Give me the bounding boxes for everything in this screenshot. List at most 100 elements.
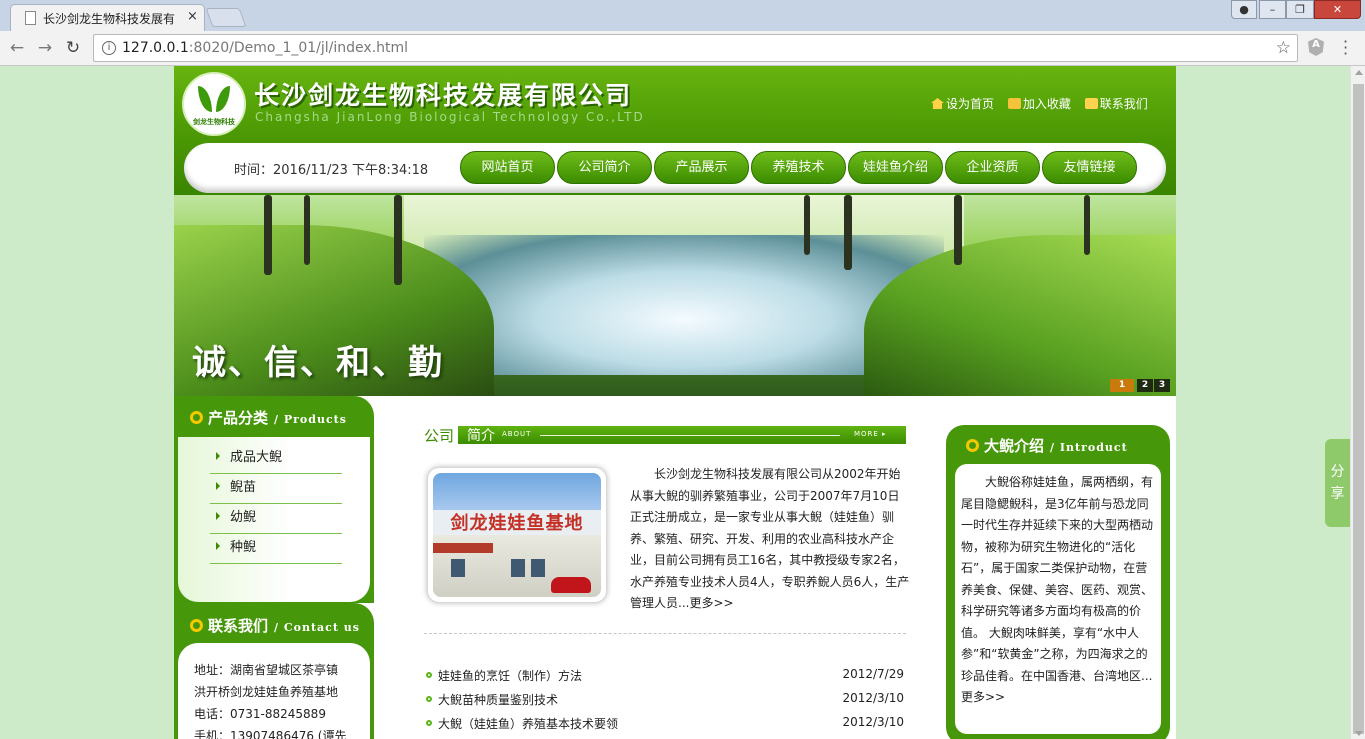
circle-bullet-icon	[190, 411, 203, 424]
circle-bullet-icon	[426, 720, 432, 726]
contact-mobile: 手机：13907486476 (谭先	[194, 729, 347, 739]
category-item[interactable]: 幼鲵	[210, 504, 342, 534]
company-intro-text: 长沙剑龙生物科技发展有限公司从2002年开始从事大鲵的驯养繁殖事业，公司于200…	[630, 467, 910, 610]
about-title-part-a: 公司	[424, 427, 455, 445]
share-label-2: 享	[1330, 486, 1345, 502]
news-date: 2012/3/10	[842, 715, 904, 729]
set-homepage-link[interactable]: 设为首页	[931, 97, 994, 111]
triangle-bullet-icon	[216, 482, 220, 490]
forward-button[interactable]: →	[34, 37, 56, 59]
building-awning	[433, 543, 493, 553]
contact-title-en: / Contact us	[274, 621, 360, 634]
product-category-title-cn: 产品分类	[208, 409, 269, 427]
add-favorite-link[interactable]: 加入收藏	[1007, 97, 1071, 111]
news-title[interactable]: 娃娃鱼的烹饪（制作）方法	[438, 667, 582, 684]
back-button[interactable]: ←	[6, 37, 28, 59]
product-category-box: 产品分类 / Products 成品大鲵 鲵苗 幼鲵 种鲵	[174, 396, 374, 603]
share-label-1: 分	[1330, 464, 1345, 480]
bookmark-star-icon[interactable]: ☆	[1276, 38, 1291, 58]
category-item[interactable]: 鲵苗	[210, 474, 342, 504]
contact-us-label: 联系我们	[1099, 97, 1148, 111]
url-text[interactable]: 127.0.0.1:8020/Demo_1_01/jl/index.html	[122, 40, 408, 56]
category-item[interactable]: 种鲵	[210, 534, 342, 564]
logo-leaf-right	[216, 86, 230, 112]
scrollbar-thumb[interactable]	[1353, 84, 1364, 734]
close-icon: ✕	[1332, 3, 1343, 16]
site-info-icon[interactable]: i	[102, 41, 116, 55]
contact-title: 联系我们 / Contact us	[190, 615, 360, 636]
reload-icon: ↻	[65, 38, 81, 58]
nav-breeding[interactable]: 养殖技术	[751, 151, 846, 184]
salamander-intro-box: 大鲵介绍 / Introduct 大鲵俗称娃娃鱼，属两栖纲，有尾目隐鳃鲵科，是3亿…	[946, 425, 1170, 739]
tree-trunk	[804, 195, 810, 255]
add-favorite-label: 加入收藏	[1022, 97, 1071, 111]
salamander-intro-title-cn: 大鲵介绍	[984, 437, 1045, 455]
address-bar[interactable]: i 127.0.0.1:8020/Demo_1_01/jl/index.html…	[93, 34, 1298, 62]
category-label: 成品大鲵	[230, 450, 283, 465]
about-title-bar: 简介 ABOUT MORE ▸	[458, 426, 906, 444]
company-logo[interactable]: 剑龙生物科技	[182, 72, 246, 136]
reload-button[interactable]: ↻	[62, 37, 84, 59]
category-label: 鲵苗	[230, 480, 257, 495]
contact-us-link[interactable]: 联系我们	[1084, 97, 1148, 111]
product-category-list: 成品大鲵 鲵苗 幼鲵 种鲵	[178, 437, 370, 602]
nav-links[interactable]: 友情链接	[1042, 151, 1137, 184]
close-tab-icon[interactable]: ×	[187, 9, 198, 24]
minimize-icon: –	[1269, 3, 1276, 16]
company-photo[interactable]: 剑龙娃娃鱼基地	[427, 467, 607, 603]
building-window	[531, 559, 545, 577]
dashed-divider	[424, 633, 906, 634]
salamander-intro-title: 大鲵介绍 / Introduct	[966, 435, 1128, 456]
banner-page-1[interactable]: 1	[1110, 379, 1134, 392]
news-item[interactable]: 大鲵苗种质量鉴别技术 2012/3/10	[424, 688, 908, 712]
news-item[interactable]: 娃娃鱼的烹饪（制作）方法 2012/7/29	[424, 664, 908, 688]
maximize-button[interactable]: ❐	[1286, 0, 1314, 19]
browser-tabstrip: 长沙剑龙生物科技发展有 × ● – ❐ ✕	[0, 0, 1365, 31]
circle-bullet-icon	[966, 439, 979, 452]
close-window-button[interactable]: ✕	[1314, 0, 1361, 19]
nav-about[interactable]: 公司简介	[557, 151, 652, 184]
share-sidebar-button[interactable]: 分 享	[1325, 439, 1350, 527]
browser-menu-icon[interactable]: · · ·	[1343, 34, 1348, 62]
set-homepage-label: 设为首页	[946, 97, 995, 111]
user-icon: ●	[1239, 3, 1249, 16]
tree-trunk	[954, 195, 962, 265]
top-links: 设为首页 加入收藏 联系我们	[931, 95, 1158, 112]
news-title[interactable]: 大鲵苗种质量鉴别技术	[438, 691, 558, 708]
salamander-intro-body: 大鲵俗称娃娃鱼，属两栖纲，有尾目隐鳃鲵科，是3亿年前与恐龙同一时代生存并延续下来…	[955, 464, 1161, 734]
page-viewport: 剑龙生物科技 长沙剑龙生物科技发展有限公司 Changsha JianLong …	[0, 66, 1350, 739]
nav-products[interactable]: 产品展示	[654, 151, 749, 184]
company-building-image: 剑龙娃娃鱼基地	[433, 473, 601, 597]
category-item[interactable]: 成品大鲵	[210, 444, 342, 474]
scroll-up-icon[interactable]	[1355, 70, 1363, 75]
user-profile-button[interactable]: ●	[1231, 0, 1257, 19]
nav-qualifications[interactable]: 企业资质	[945, 151, 1040, 184]
news-date: 2012/7/29	[842, 667, 904, 681]
browser-tab[interactable]: 长沙剑龙生物科技发展有 ×	[10, 4, 205, 31]
scroll-down-icon[interactable]	[1355, 731, 1363, 736]
new-tab-button[interactable]	[205, 8, 247, 27]
news-title[interactable]: 大鲵（娃娃鱼）养殖基本技术要领	[438, 715, 618, 732]
salamander-intro-text: 大鲵俗称娃娃鱼，属两栖纲，有尾目隐鳃鲵科，是3亿年前与恐龙同一时代生存并延续下来…	[961, 475, 1154, 704]
product-category-title-en: / Products	[274, 413, 347, 426]
page-scrollbar[interactable]	[1350, 66, 1365, 739]
maximize-icon: ❐	[1295, 3, 1305, 16]
tree-trunk	[394, 195, 402, 285]
url-host: 127.0.0.1	[122, 40, 189, 56]
banner-page-2[interactable]: 2	[1137, 379, 1153, 392]
left-sidebar: 产品分类 / Products 成品大鲵 鲵苗 幼鲵 种鲵 联系我们 / Conta…	[174, 396, 374, 739]
about-more-link[interactable]: MORE ▸	[854, 430, 887, 438]
contact-box: 联系我们 / Contact us 地址：湖南省望城区茶亭镇 洪开桥剑龙娃娃鱼养殖…	[174, 603, 374, 739]
forward-arrow-icon: →	[37, 38, 53, 58]
mail-icon	[1084, 98, 1098, 109]
banner-page-3[interactable]: 3	[1154, 379, 1170, 392]
nav-giant-salamander[interactable]: 娃娃鱼介绍	[848, 151, 943, 184]
news-item[interactable]: 大鲵（娃娃鱼）养殖基本技术要领 2012/3/10	[424, 712, 908, 736]
hero-banner: 诚、信、和、勤 1 2 3	[174, 195, 1176, 396]
site-container: 剑龙生物科技 长沙剑龙生物科技发展有限公司 Changsha JianLong …	[174, 66, 1176, 739]
nav-home[interactable]: 网站首页	[460, 151, 555, 184]
about-section-title: 公司 简介 ABOUT MORE ▸	[424, 425, 906, 445]
minimize-button[interactable]: –	[1259, 0, 1286, 19]
company-name: 长沙剑龙生物科技发展有限公司	[254, 81, 633, 110]
contact-details: 地址：湖南省望城区茶亭镇 洪开桥剑龙娃娃鱼养殖基地 电话：0731-882458…	[178, 643, 370, 739]
